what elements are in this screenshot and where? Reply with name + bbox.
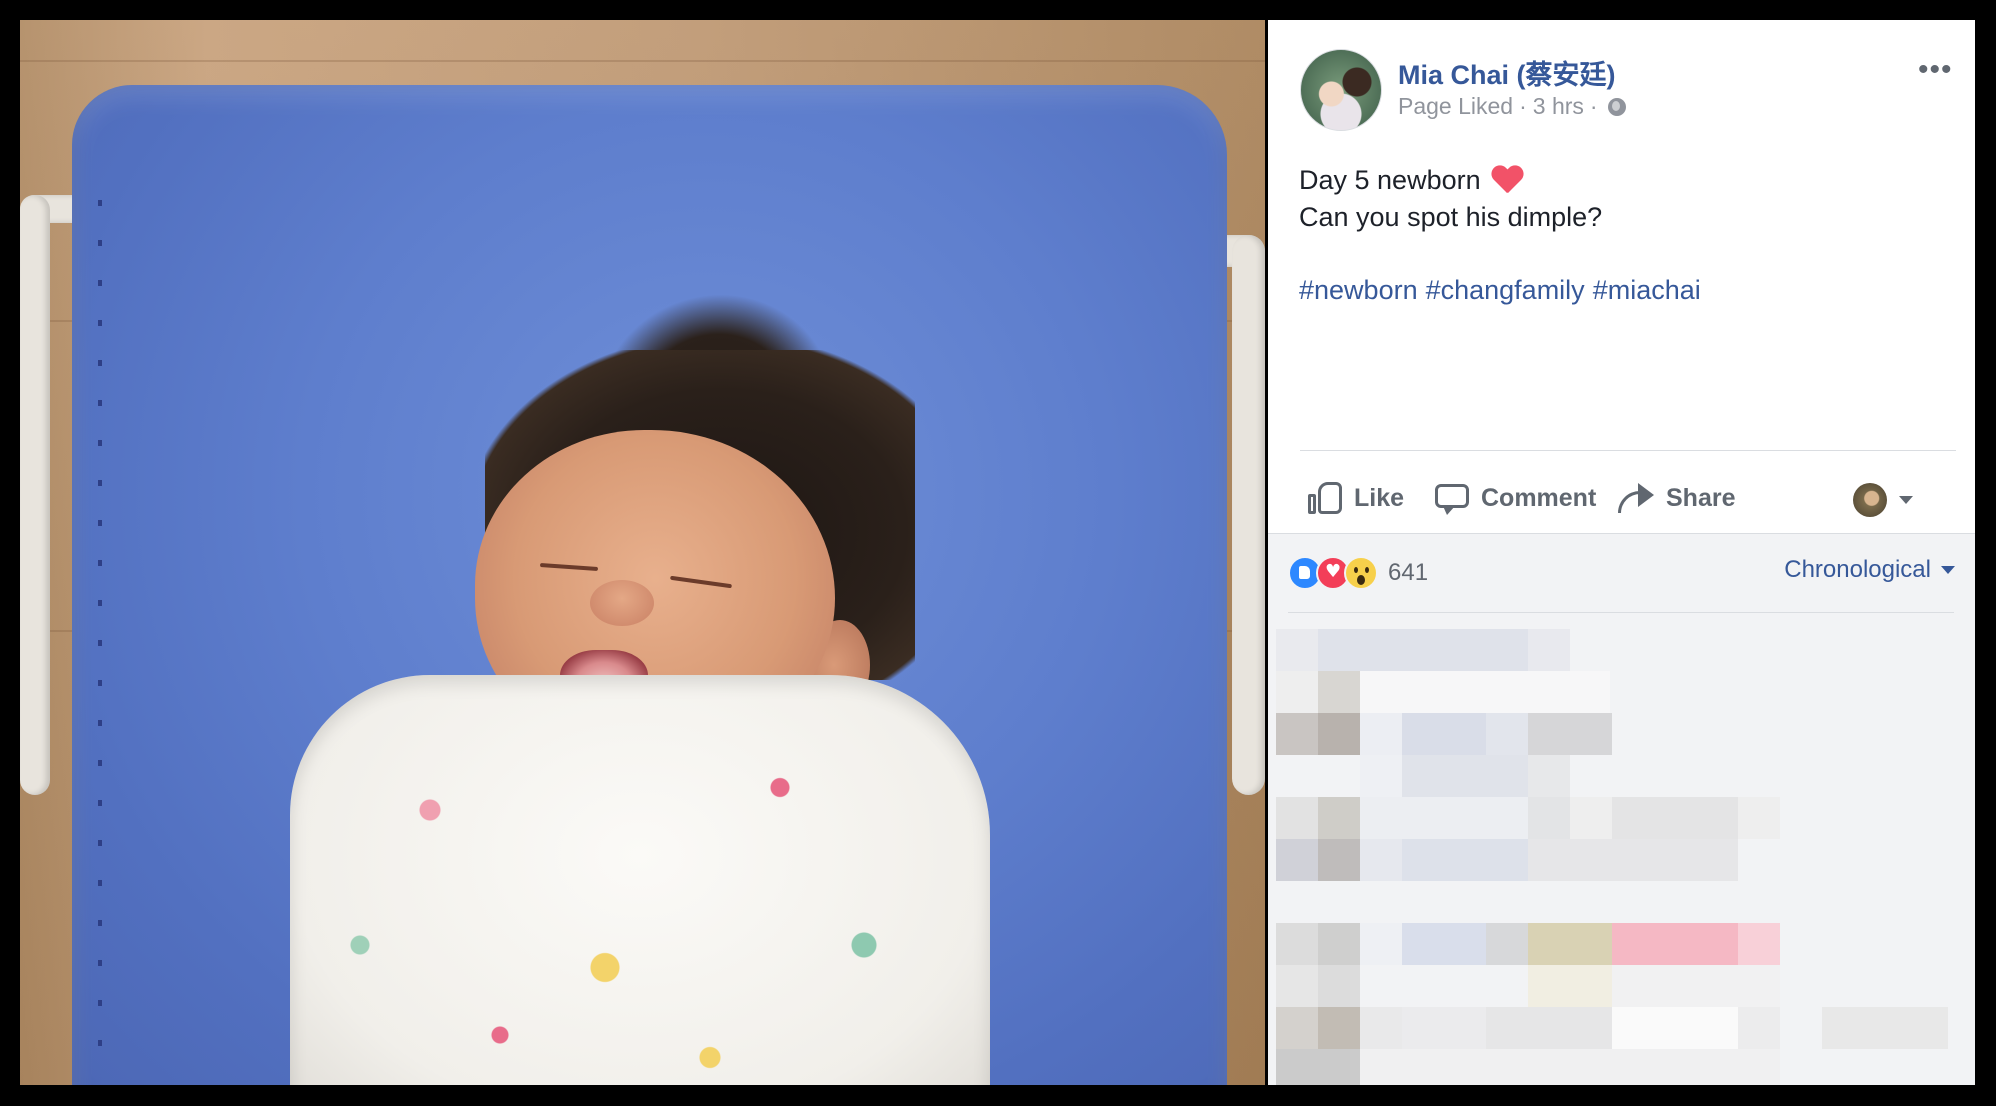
hashtag-link[interactable]: #newborn	[1299, 275, 1418, 306]
blurred-block	[1318, 671, 1360, 713]
wow-reaction-icon	[1344, 556, 1378, 590]
blurred-block	[1486, 713, 1528, 755]
mattress-seam	[98, 200, 102, 1080]
post-photo[interactable]	[20, 20, 1265, 1085]
hashtag-link[interactable]: #miachai	[1593, 275, 1701, 306]
blurred-block	[1360, 1049, 1780, 1085]
blurred-block	[1360, 923, 1402, 965]
blurred-block	[1402, 923, 1486, 965]
share-arrow-icon	[1618, 483, 1654, 513]
blurred-block	[1318, 965, 1360, 1007]
post-text-line: Can you spot his dimple?	[1299, 202, 1603, 232]
blurred-block	[1318, 629, 1528, 671]
globe-icon[interactable]	[1607, 97, 1626, 116]
blurred-block	[1360, 1007, 1402, 1049]
action-bar: Like Comment Share	[1268, 463, 1975, 533]
post-text-line: Day 5 newborn	[1299, 165, 1523, 196]
like-button[interactable]: Like	[1308, 463, 1404, 533]
speech-bubble-icon	[1435, 482, 1469, 515]
blurred-block	[1822, 1007, 1948, 1049]
blurred-block	[1528, 797, 1570, 839]
page-avatar-selector[interactable]	[1853, 483, 1887, 517]
blurred-block	[1360, 839, 1402, 881]
blurred-block	[1528, 839, 1738, 881]
meta-separator: ·	[1519, 93, 1527, 119]
blurred-block	[1486, 1007, 1612, 1049]
share-label: Share	[1666, 483, 1736, 512]
blurred-block	[1738, 923, 1780, 965]
divider	[1300, 450, 1956, 451]
blurred-block	[1612, 923, 1738, 965]
bassinet-rail	[1232, 235, 1265, 795]
blurred-block	[1402, 1007, 1486, 1049]
blurred-block	[1276, 629, 1318, 671]
comments-section: 641 Chronological	[1268, 533, 1975, 1085]
chevron-down-icon[interactable]	[1899, 496, 1913, 504]
blurred-block	[1360, 671, 1610, 713]
blurred-block	[1318, 1007, 1360, 1049]
blurred-block	[1486, 923, 1528, 965]
blurred-block	[1612, 1007, 1738, 1049]
post-time[interactable]: 3 hrs	[1533, 93, 1584, 120]
swaddle-blanket	[290, 675, 990, 1085]
comment-sort-dropdown[interactable]: Chronological	[1784, 556, 1955, 584]
blurred-block	[1402, 713, 1486, 755]
blurred-block	[1738, 797, 1780, 839]
blurred-block	[1360, 713, 1402, 755]
blurred-block	[1570, 797, 1612, 839]
post-panel: Mia Chai (蔡安廷) Page Liked · 3 hrs · ••• …	[1268, 20, 1975, 1085]
blurred-block	[1276, 839, 1318, 881]
blurred-block	[1612, 965, 1780, 1007]
comment-button[interactable]: Comment	[1435, 463, 1596, 533]
divider	[1288, 612, 1954, 613]
more-options-icon[interactable]: •••	[1918, 55, 1953, 85]
post-meta: Page Liked · 3 hrs ·	[1398, 93, 1626, 120]
page-liked-label: Page Liked	[1398, 93, 1514, 119]
reaction-count: 641	[1388, 559, 1429, 586]
blurred-block	[1528, 713, 1612, 755]
blurred-block	[1528, 965, 1612, 1007]
heart-emoji-icon	[1491, 166, 1523, 196]
blurred-block	[1276, 713, 1318, 755]
reactions-summary[interactable]: 641	[1288, 556, 1428, 590]
hashtag-link[interactable]: #changfamily	[1426, 275, 1585, 306]
blurred-block	[1612, 797, 1738, 839]
sort-label: Chronological	[1784, 556, 1931, 583]
author-avatar[interactable]	[1300, 49, 1382, 131]
blurred-block	[1318, 713, 1360, 755]
blurred-block	[1402, 755, 1528, 797]
comment-label: Comment	[1481, 483, 1597, 512]
bassinet-rail	[20, 195, 50, 795]
blurred-block	[1276, 923, 1318, 965]
blurred-block	[1360, 797, 1528, 839]
meta-separator: ·	[1589, 93, 1598, 119]
post-hashtags: #newborn #changfamily #miachai	[1299, 275, 1701, 306]
blurred-block	[1738, 1007, 1780, 1049]
blurred-block	[1276, 965, 1318, 1007]
blurred-block	[1318, 797, 1360, 839]
blurred-block	[1528, 755, 1570, 797]
chevron-down-icon	[1941, 566, 1955, 574]
blurred-block	[1528, 629, 1570, 671]
blurred-block	[1318, 839, 1360, 881]
author-name[interactable]: Mia Chai (蔡安廷)	[1398, 53, 1616, 92]
blurred-block	[1528, 923, 1612, 965]
thumbs-up-icon	[1308, 482, 1342, 514]
floor-board	[20, 60, 1265, 62]
blurred-block	[1276, 1049, 1360, 1085]
baby-nose	[590, 580, 654, 626]
blurred-block	[1276, 797, 1318, 839]
blurred-block	[1276, 671, 1318, 713]
share-button[interactable]: Share	[1618, 463, 1735, 533]
blurred-block	[1360, 755, 1402, 797]
blurred-block	[1402, 839, 1528, 881]
like-label: Like	[1354, 483, 1405, 512]
blurred-block	[1276, 1007, 1318, 1049]
blurred-block	[1318, 923, 1360, 965]
post-text: Day 5 newborn	[1299, 165, 1481, 195]
